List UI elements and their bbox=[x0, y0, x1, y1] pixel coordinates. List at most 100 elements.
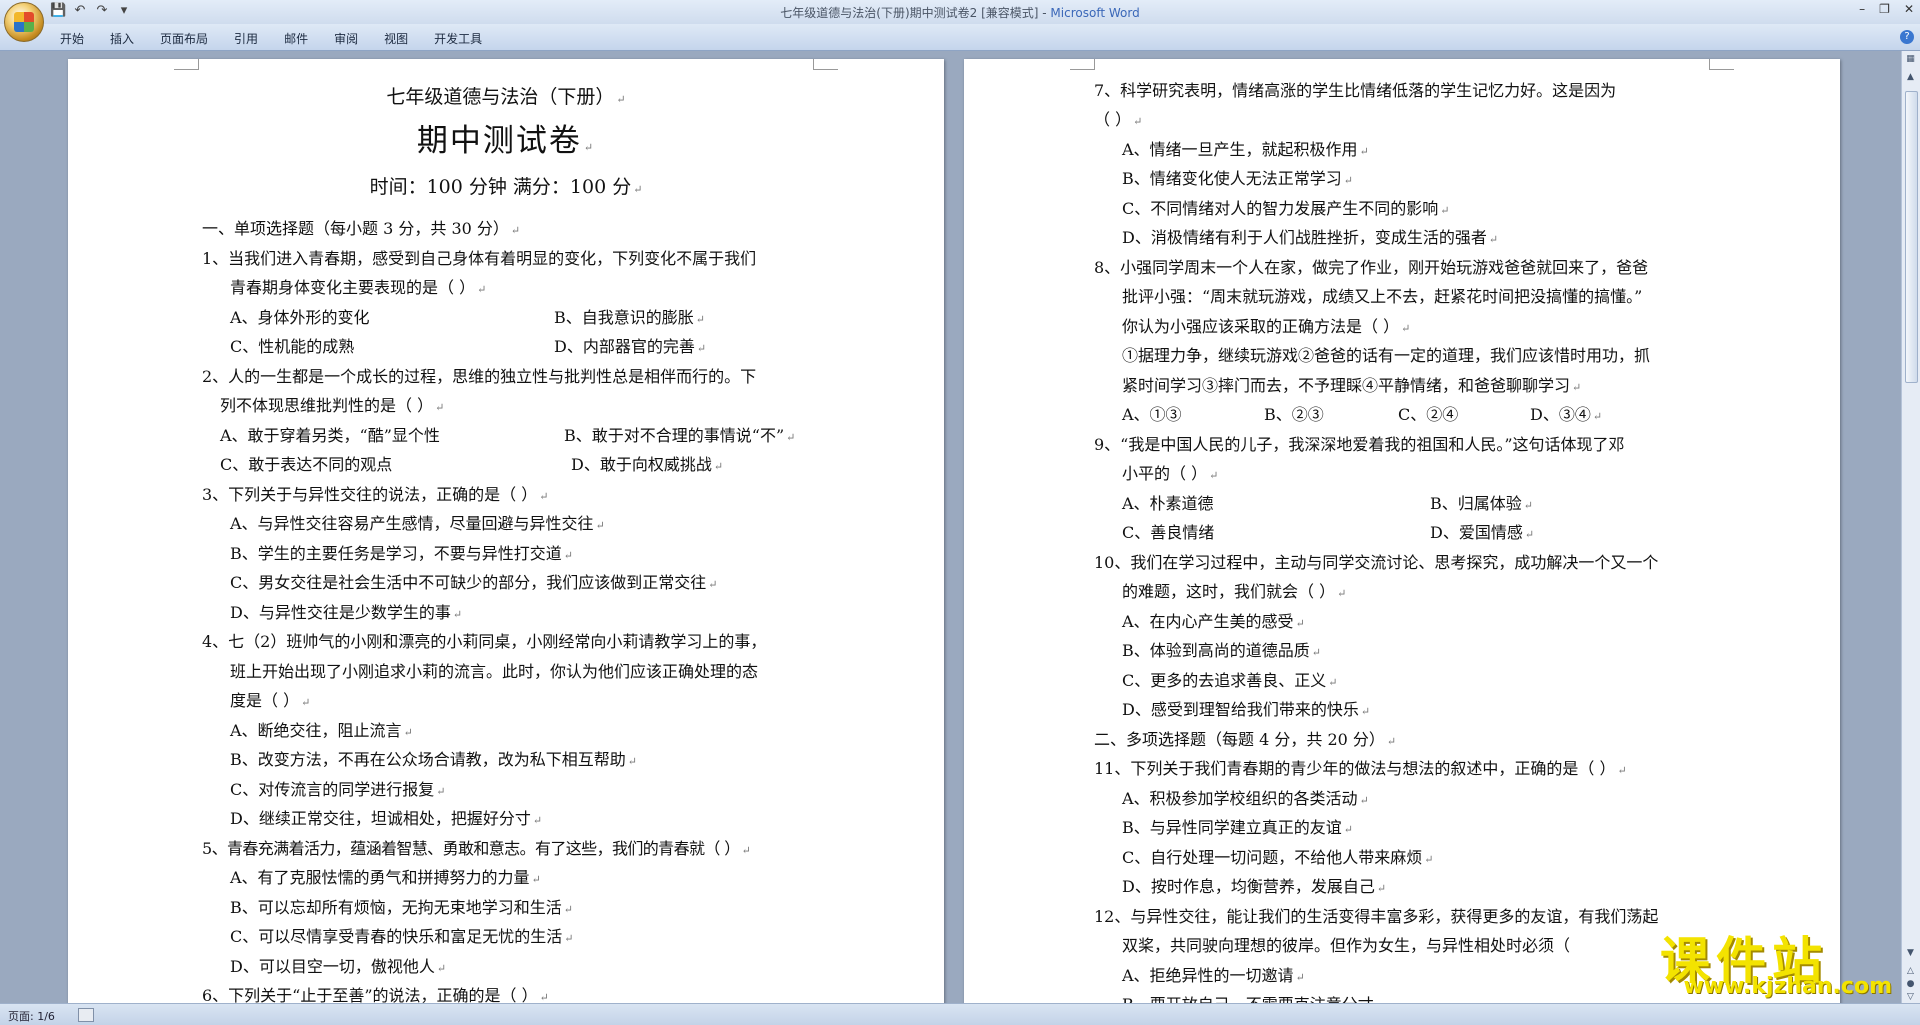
question-text: 12、与异性交往，能让我们的生活变得丰富多彩，获得更多的友谊，有我们荡起 bbox=[1094, 907, 1659, 926]
document-workspace: 七年级道德与法治（下册） ↵ 期中测试卷 ↵ 时间：100 分钟 满分：100 分 ↵… bbox=[0, 51, 1902, 1004]
tab-page-layout[interactable]: 页面布局 bbox=[160, 30, 224, 47]
question-text: 你认为小强应该采取的正确方法是（ ） bbox=[1122, 317, 1400, 336]
question-text: 10、我们在学习过程中，主动与同学交流讨论、思考探究，成功解决一个又一个 bbox=[1094, 553, 1659, 572]
tab-mailings[interactable]: 邮件 bbox=[284, 30, 324, 47]
scroll-up-icon[interactable]: ▲ bbox=[1904, 71, 1917, 84]
option-text: B、归属体验 bbox=[1430, 494, 1522, 513]
office-logo-icon bbox=[14, 12, 34, 32]
help-icon[interactable]: ? bbox=[1900, 30, 1914, 44]
question-text: 5、青春充满着活力，蕴涵着智慧、勇敢和意志。有了这些，我们的青春就（ ） bbox=[202, 839, 740, 858]
option-text: D、③④ bbox=[1530, 405, 1591, 424]
option-text: C、性机能的成熟 bbox=[230, 337, 355, 356]
question-text: 列不体现思维批判性的是（ ） bbox=[220, 396, 434, 415]
tab-references[interactable]: 引用 bbox=[234, 30, 274, 47]
tab-home[interactable]: 开始 bbox=[60, 30, 100, 47]
option-text: A、敢于穿着另类，“酷”显个性 bbox=[220, 426, 440, 445]
tab-view[interactable]: 视图 bbox=[384, 30, 424, 47]
option-text: B、学生的主要任务是学习，不要与异性打交道 bbox=[230, 544, 562, 563]
question-text: 7、科学研究表明，情绪高涨的学生比情绪低落的学生记忆力好。这是因为 bbox=[1094, 81, 1617, 100]
option-text: D、按时作息，均衡营养，发展自己 bbox=[1122, 877, 1375, 896]
minimize-button[interactable]: – bbox=[1859, 2, 1865, 16]
question-text: 的难题，这时，我们就会（ ） bbox=[1122, 582, 1336, 601]
browse-object-icon[interactable]: ● bbox=[1904, 978, 1917, 991]
question-text: 度是（ ） bbox=[230, 691, 300, 710]
option-text: B、敢于对不合理的事情说“不” bbox=[564, 426, 785, 445]
option-text: B、情绪变化使人无法正常学习 bbox=[1122, 169, 1342, 188]
option-text: A、积极参加学校组织的各类活动 bbox=[1122, 789, 1358, 808]
tab-developer[interactable]: 开发工具 bbox=[434, 30, 498, 47]
question-text: 紧时间学习③摔门而去，不予理睬④平静情绪，和爸爸聊聊学习 bbox=[1122, 376, 1571, 395]
option-text: C、自行处理一切问题，不给他人带来麻烦 bbox=[1122, 848, 1423, 867]
question-text: 11、下列关于我们青春期的青少年的做法与想法的叙述中，正确的是（ ） bbox=[1094, 759, 1616, 778]
option-text: A、断绝交往，阻止流言 bbox=[230, 721, 402, 740]
undo-icon[interactable]: ↶ bbox=[72, 3, 88, 19]
vertical-scrollbar[interactable]: ▦ ▲ ▼ △ ● ▽ bbox=[1901, 51, 1920, 1004]
question-text: 双桨，共同驶向理想的彼岸。但作为女生，与异性相处时必须（ bbox=[1122, 936, 1571, 955]
office-button[interactable] bbox=[4, 2, 44, 42]
save-icon[interactable]: 💾 bbox=[50, 3, 66, 19]
question-text: ①据理力争，继续玩游戏②爸爸的话有一定的道理，我们应该惜时用功，抓 bbox=[1122, 346, 1651, 365]
question-text: 3、下列关于与异性交往的说法，正确的是（ ） bbox=[202, 485, 538, 504]
exam-title: 期中测试卷 bbox=[416, 123, 582, 159]
exam-info: 时间：100 分钟 满分：100 分 bbox=[369, 176, 632, 198]
document-page-2[interactable]: 7、科学研究表明，情绪高涨的学生比情绪低落的学生记忆力好。这是因为 （ ） ↵ A… bbox=[964, 59, 1840, 1004]
window-controls: – ❐ ✕ bbox=[1859, 2, 1914, 16]
site-watermark: 课件站 www.kjzhan.com bbox=[1660, 921, 1896, 999]
option-text: C、男女交往是社会生活中不可缺少的部分，我们应该做到正常交往 bbox=[230, 573, 707, 592]
option-text: D、敢于向权威挑战 bbox=[571, 455, 712, 474]
option-text: A、情绪一旦产生，就起积极作用 bbox=[1122, 140, 1358, 159]
section-heading: 二、多项选择题（每题 4 分，共 20 分） bbox=[1094, 730, 1385, 749]
question-text: 6、下列关于“止于至善”的说法，正确的是（ ） bbox=[202, 986, 538, 1004]
scroll-down-icon[interactable]: ▼ bbox=[1904, 947, 1917, 960]
option-text: B、②③ bbox=[1264, 405, 1324, 424]
scrollbar-thumb[interactable] bbox=[1905, 91, 1918, 383]
option-text: D、消极情绪有利于人们战胜挫折，变成生活的强者 bbox=[1122, 228, 1487, 247]
exam-subject: 七年级道德与法治（下册） bbox=[386, 86, 615, 108]
option-text: B、自我意识的膨胀 bbox=[554, 308, 694, 327]
previous-page-icon[interactable]: △ bbox=[1904, 965, 1917, 978]
option-text: B、与异性同学建立真正的友谊 bbox=[1122, 818, 1342, 837]
option-text: D、继续正常交往，坦诚相处，把握好分寸 bbox=[230, 809, 531, 828]
option-text: B、体验到高尚的道德品质 bbox=[1122, 641, 1310, 660]
option-text: D、爱国情感 bbox=[1430, 523, 1523, 542]
close-button[interactable]: ✕ bbox=[1904, 2, 1914, 16]
question-text: 小平的（ ） bbox=[1122, 464, 1208, 483]
option-text: D、感受到理智给我们带来的快乐 bbox=[1122, 700, 1359, 719]
quick-access-toolbar: 💾 ↶ ↷ ▾ bbox=[50, 3, 132, 19]
option-text: C、善良情绪 bbox=[1122, 523, 1215, 542]
app-name: Microsoft Word bbox=[1050, 6, 1140, 20]
option-text: A、①③ bbox=[1122, 405, 1182, 424]
question-text: 青春期身体变化主要表现的是（ ） bbox=[230, 278, 476, 297]
option-text: D、与异性交往是少数学生的事 bbox=[230, 603, 451, 622]
option-text: C、更多的去追求善良、正义 bbox=[1122, 671, 1327, 690]
window-title: 七年级道德与法治(下册)期中测试卷2 [兼容模式] - Microsoft Wo… bbox=[780, 6, 1140, 20]
customize-toolbar-icon[interactable]: ▾ bbox=[116, 3, 132, 19]
tab-insert[interactable]: 插入 bbox=[110, 30, 150, 47]
document-page-1[interactable]: 七年级道德与法治（下册） ↵ 期中测试卷 ↵ 时间：100 分钟 满分：100 分 ↵… bbox=[68, 59, 944, 1004]
question-text: 班上开始出现了小刚追求小莉的流言。此时，你认为他们应该正确处理的态 bbox=[230, 662, 759, 681]
option-text: A、身体外形的变化 bbox=[230, 308, 370, 327]
question-text: 1、当我们进入青春期，感受到自己身体有着明显的变化，下列变化不属于我们 bbox=[202, 249, 757, 268]
watermark-url: www.kjzhan.com bbox=[1683, 974, 1892, 999]
page-count[interactable]: 页面: 1/6 bbox=[8, 1008, 55, 1024]
restore-button[interactable]: ❐ bbox=[1879, 2, 1890, 16]
redo-icon[interactable]: ↷ bbox=[94, 3, 110, 19]
option-text: A、朴素道德 bbox=[1122, 494, 1214, 513]
option-text: B、可以忘却所有烦恼，无拘无束地学习和生活 bbox=[230, 898, 562, 917]
option-text: C、可以尽情享受青春的快乐和富足无忧的生活 bbox=[230, 927, 563, 946]
option-text: D、可以目空一切，傲视他人 bbox=[230, 957, 435, 976]
ruler-toggle-icon[interactable]: ▦ bbox=[1904, 53, 1917, 66]
option-text: C、不同情绪对人的智力发展产生不同的影响 bbox=[1122, 199, 1439, 218]
question-text: （ ） bbox=[1094, 110, 1132, 129]
question-text: 9、“我是中国人民的儿子，我深深地爱着我的祖国和人民。”这句话体现了邓 bbox=[1094, 435, 1625, 454]
question-text: 批评小强：“周末就玩游戏，成绩又上不去，赶紧花时间把没搞懂的搞懂。” bbox=[1122, 287, 1643, 306]
option-text: A、有了克服怯懦的勇气和拼搏努力的力量 bbox=[230, 868, 530, 887]
option-text: A、在内心产生美的感受 bbox=[1122, 612, 1294, 631]
proofing-icon[interactable] bbox=[78, 1008, 94, 1022]
option-text: B、改变方法，不再在公众场合请教，改为私下相互帮助 bbox=[230, 750, 626, 769]
option-text: D、内部器官的完善 bbox=[554, 337, 695, 356]
option-text: C、②④ bbox=[1398, 405, 1459, 424]
tab-review[interactable]: 审阅 bbox=[334, 30, 374, 47]
status-bar: 页面: 1/6 bbox=[0, 1003, 1920, 1025]
option-text: C、敢于表达不同的观点 bbox=[220, 455, 393, 474]
